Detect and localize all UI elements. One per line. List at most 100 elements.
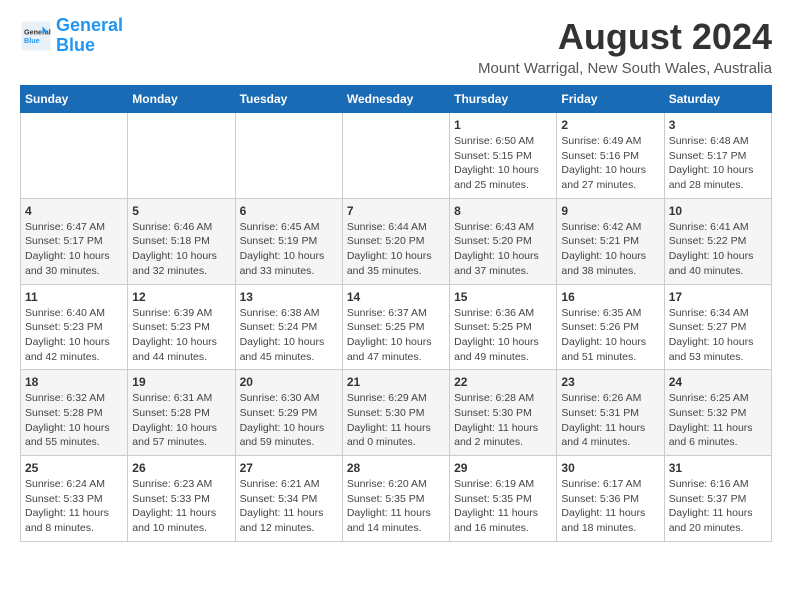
day-number: 18: [25, 375, 123, 389]
table-row: 13 Sunrise: 6:38 AMSunset: 5:24 PMDayligh…: [235, 284, 342, 370]
calendar-week-row: 4 Sunrise: 6:47 AMSunset: 5:17 PMDaylight…: [21, 198, 772, 284]
day-number: 24: [669, 375, 767, 389]
day-number: 1: [454, 118, 552, 132]
logo-icon: General Blue: [20, 20, 52, 52]
day-info: Sunrise: 6:16 AMSunset: 5:37 PMDaylight:…: [669, 477, 767, 536]
day-info: Sunrise: 6:26 AMSunset: 5:31 PMDaylight:…: [561, 391, 659, 450]
day-number: 26: [132, 461, 230, 475]
calendar-week-row: 18Sunrise: 6:32 AMSunset: 5:28 PMDayligh…: [21, 370, 772, 456]
day-info: Sunrise: 6:49 AMSunset: 5:16 PMDaylight:…: [561, 134, 659, 193]
day-info: Sunrise: 6:48 AMSunset: 5:17 PMDaylight:…: [669, 134, 767, 193]
day-info: Sunrise: 6:31 AMSunset: 5:28 PMDaylight:…: [132, 391, 230, 450]
calendar-table: Sunday Monday Tuesday Wednesday Thursday…: [20, 85, 772, 542]
table-row: 11 Sunrise: 6:40 AMSunset: 5:23 PMDayligh…: [21, 284, 128, 370]
calendar-week-row: 11 Sunrise: 6:40 AMSunset: 5:23 PMDayligh…: [21, 284, 772, 370]
table-row: 30 Sunrise: 6:17 AMSunset: 5:36 PMDayligh…: [557, 456, 664, 542]
day-info: Sunrise: 6:43 AMSunset: 5:20 PMDaylight:…: [454, 220, 552, 279]
day-number: 17: [669, 290, 767, 304]
table-row: 6Sunrise: 6:45 AMSunset: 5:19 PMDaylight…: [235, 198, 342, 284]
table-row: 28 Sunrise: 6:20 AMSunset: 5:35 PMDayligh…: [342, 456, 449, 542]
table-row: 5 Sunrise: 6:46 AMSunset: 5:18 PMDaylight…: [128, 198, 235, 284]
table-row: 16 Sunrise: 6:35 AMSunset: 5:26 PMDayligh…: [557, 284, 664, 370]
logo-text: General Blue: [56, 16, 123, 56]
table-row: 18Sunrise: 6:32 AMSunset: 5:28 PMDayligh…: [21, 370, 128, 456]
day-number: 12: [132, 290, 230, 304]
svg-text:Blue: Blue: [24, 36, 40, 45]
day-info: Sunrise: 6:44 AMSunset: 5:20 PMDaylight:…: [347, 220, 445, 279]
table-row: 14 Sunrise: 6:37 AMSunset: 5:25 PMDayligh…: [342, 284, 449, 370]
day-number: 25: [25, 461, 123, 475]
day-number: 4: [25, 204, 123, 218]
day-number: 21: [347, 375, 445, 389]
day-number: 19: [132, 375, 230, 389]
table-row: 2 Sunrise: 6:49 AMSunset: 5:16 PMDaylight…: [557, 113, 664, 199]
table-row: 9 Sunrise: 6:42 AMSunset: 5:21 PMDaylight…: [557, 198, 664, 284]
day-info: Sunrise: 6:38 AMSunset: 5:24 PMDaylight:…: [240, 306, 338, 365]
day-number: 31: [669, 461, 767, 475]
day-number: 14: [347, 290, 445, 304]
table-row: 12 Sunrise: 6:39 AMSunset: 5:23 PMDayligh…: [128, 284, 235, 370]
logo: General Blue General Blue: [20, 16, 123, 56]
day-number: 5: [132, 204, 230, 218]
day-number: 2: [561, 118, 659, 132]
day-info: Sunrise: 6:46 AMSunset: 5:18 PMDaylight:…: [132, 220, 230, 279]
header-thursday: Thursday: [450, 86, 557, 113]
table-row: 24 Sunrise: 6:25 AMSunset: 5:32 PMDayligh…: [664, 370, 771, 456]
table-row: 20 Sunrise: 6:30 AMSunset: 5:29 PMDayligh…: [235, 370, 342, 456]
header-monday: Monday: [128, 86, 235, 113]
table-row: 29Sunrise: 6:19 AMSunset: 5:35 PMDayligh…: [450, 456, 557, 542]
location-subtitle: Mount Warrigal, New South Wales, Austral…: [478, 60, 772, 77]
day-number: 20: [240, 375, 338, 389]
day-number: 23: [561, 375, 659, 389]
day-number: 13: [240, 290, 338, 304]
table-row: 10 Sunrise: 6:41 AMSunset: 5:22 PMDayligh…: [664, 198, 771, 284]
day-info: Sunrise: 6:42 AMSunset: 5:21 PMDaylight:…: [561, 220, 659, 279]
table-row: 25 Sunrise: 6:24 AMSunset: 5:33 PMDayligh…: [21, 456, 128, 542]
calendar-week-row: 25 Sunrise: 6:24 AMSunset: 5:33 PMDayligh…: [21, 456, 772, 542]
day-number: 11: [25, 290, 123, 304]
logo-line1: General: [56, 15, 123, 35]
day-info: Sunrise: 6:25 AMSunset: 5:32 PMDaylight:…: [669, 391, 767, 450]
calendar-week-row: 1 Sunrise: 6:50 AMSunset: 5:15 PMDaylight…: [21, 113, 772, 199]
table-row: 1 Sunrise: 6:50 AMSunset: 5:15 PMDaylight…: [450, 113, 557, 199]
day-info: Sunrise: 6:47 AMSunset: 5:17 PMDaylight:…: [25, 220, 123, 279]
day-info: Sunrise: 6:36 AMSunset: 5:25 PMDaylight:…: [454, 306, 552, 365]
day-number: 30: [561, 461, 659, 475]
table-row: 26Sunrise: 6:23 AMSunset: 5:33 PMDayligh…: [128, 456, 235, 542]
title-area: August 2024 Mount Warrigal, New South Wa…: [478, 16, 772, 77]
table-row: 7Sunrise: 6:44 AMSunset: 5:20 PMDaylight…: [342, 198, 449, 284]
day-info: Sunrise: 6:35 AMSunset: 5:26 PMDaylight:…: [561, 306, 659, 365]
table-row: 19 Sunrise: 6:31 AMSunset: 5:28 PMDayligh…: [128, 370, 235, 456]
table-row: 4 Sunrise: 6:47 AMSunset: 5:17 PMDaylight…: [21, 198, 128, 284]
day-info: Sunrise: 6:39 AMSunset: 5:23 PMDaylight:…: [132, 306, 230, 365]
day-number: 16: [561, 290, 659, 304]
header-friday: Friday: [557, 86, 664, 113]
day-info: Sunrise: 6:41 AMSunset: 5:22 PMDaylight:…: [669, 220, 767, 279]
day-info: Sunrise: 6:37 AMSunset: 5:25 PMDaylight:…: [347, 306, 445, 365]
header-wednesday: Wednesday: [342, 86, 449, 113]
day-info: Sunrise: 6:34 AMSunset: 5:27 PMDaylight:…: [669, 306, 767, 365]
table-row: 3Sunrise: 6:48 AMSunset: 5:17 PMDaylight…: [664, 113, 771, 199]
day-info: Sunrise: 6:45 AMSunset: 5:19 PMDaylight:…: [240, 220, 338, 279]
table-row: 31 Sunrise: 6:16 AMSunset: 5:37 PMDayligh…: [664, 456, 771, 542]
logo-line2: Blue: [56, 35, 95, 55]
day-info: Sunrise: 6:40 AMSunset: 5:23 PMDaylight:…: [25, 306, 123, 365]
day-info: Sunrise: 6:50 AMSunset: 5:15 PMDaylight:…: [454, 134, 552, 193]
table-row: 27Sunrise: 6:21 AMSunset: 5:34 PMDayligh…: [235, 456, 342, 542]
day-number: 8: [454, 204, 552, 218]
day-number: 15: [454, 290, 552, 304]
day-info: Sunrise: 6:24 AMSunset: 5:33 PMDaylight:…: [25, 477, 123, 536]
day-info: Sunrise: 6:20 AMSunset: 5:35 PMDaylight:…: [347, 477, 445, 536]
day-info: Sunrise: 6:17 AMSunset: 5:36 PMDaylight:…: [561, 477, 659, 536]
day-number: 9: [561, 204, 659, 218]
table-row: [235, 113, 342, 199]
day-number: 22: [454, 375, 552, 389]
day-number: 28: [347, 461, 445, 475]
header-tuesday: Tuesday: [235, 86, 342, 113]
header: General Blue General Blue August 2024 Mo…: [20, 16, 772, 77]
calendar-header-row: Sunday Monday Tuesday Wednesday Thursday…: [21, 86, 772, 113]
day-number: 27: [240, 461, 338, 475]
day-number: 10: [669, 204, 767, 218]
day-info: Sunrise: 6:30 AMSunset: 5:29 PMDaylight:…: [240, 391, 338, 450]
day-info: Sunrise: 6:19 AMSunset: 5:35 PMDaylight:…: [454, 477, 552, 536]
